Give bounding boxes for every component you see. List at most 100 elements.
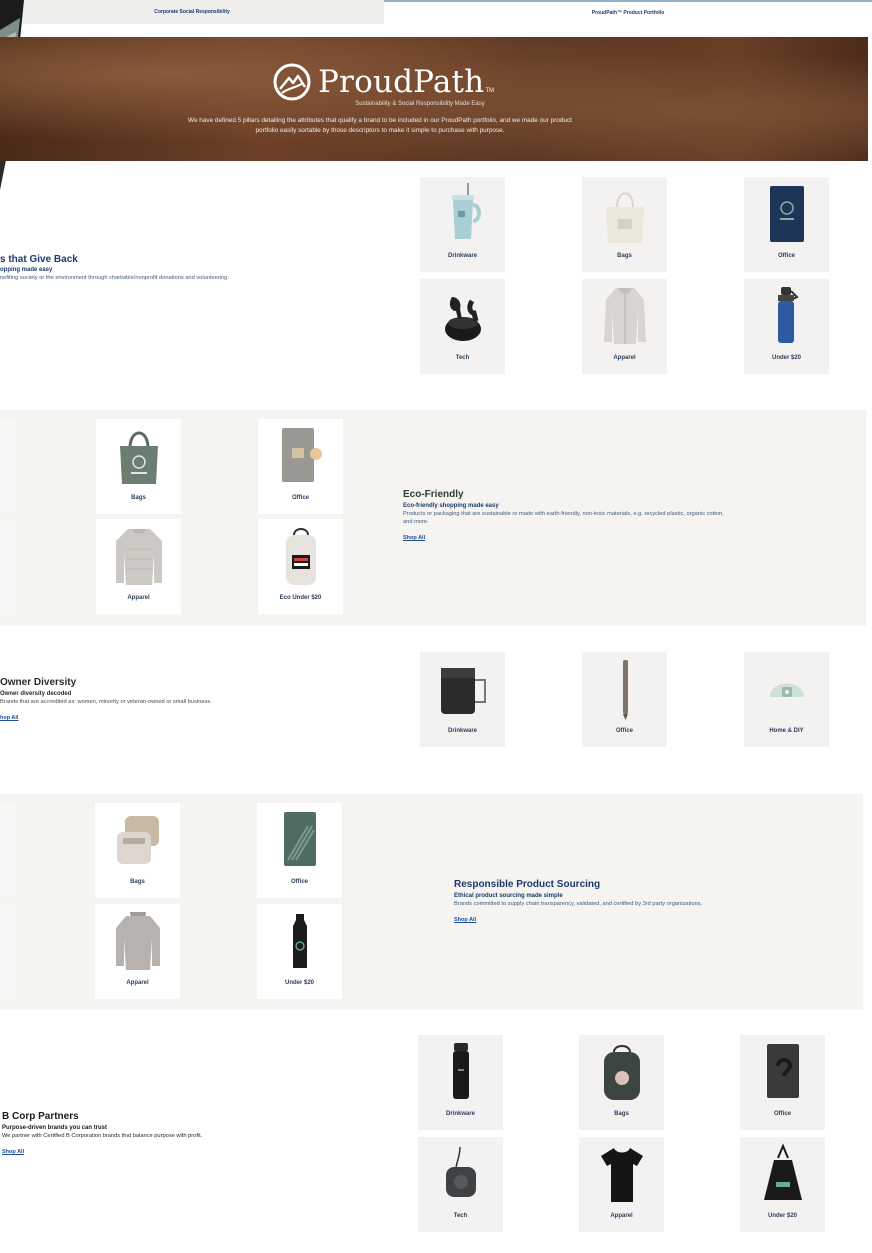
jacket-image bbox=[582, 279, 667, 351]
tile-apparel[interactable]: Apparel bbox=[579, 1137, 664, 1232]
section-subtitle: opping made easy bbox=[0, 267, 53, 273]
trademark-mark: TM bbox=[485, 88, 494, 94]
eco-friendly-section-text: Eco-Friendly Eco-friendly shopping made … bbox=[403, 489, 855, 544]
shop-all-link[interactable]: Shop All bbox=[454, 917, 476, 923]
section-title: B Corp Partners bbox=[2, 1111, 79, 1122]
tile-label: Office bbox=[777, 253, 795, 259]
tile-under-20[interactable]: Under $20 bbox=[744, 279, 829, 374]
notebook-image bbox=[258, 419, 343, 491]
tile-label: Bags bbox=[614, 1111, 629, 1117]
tile-office[interactable]: Office bbox=[740, 1035, 825, 1130]
backpack-image bbox=[258, 519, 343, 591]
packing-cubes-image bbox=[95, 803, 180, 875]
tile-under-20[interactable]: Under $20 bbox=[257, 904, 342, 999]
section-subtitle: Owner diversity decoded bbox=[0, 691, 72, 697]
tile-label: Under $20 bbox=[771, 355, 801, 361]
hero-tagline: Sustainability & Social Responsibility M… bbox=[355, 101, 485, 107]
tile-label: Drinkware bbox=[445, 1111, 475, 1117]
tile-label: Apparel bbox=[127, 595, 150, 601]
tile-label: Tech bbox=[455, 355, 470, 361]
tile-label: Home & DIY bbox=[769, 728, 804, 734]
tile-drinkware[interactable]: Drinkware bbox=[420, 652, 505, 747]
notebook-image bbox=[744, 177, 829, 249]
section-title: Owner Diversity bbox=[0, 677, 77, 688]
wireless-charger-image bbox=[418, 1137, 503, 1209]
give-back-section-text: s that Give Back opping made easy nefiti… bbox=[0, 254, 229, 282]
earbuds-image bbox=[420, 279, 505, 351]
tile-label: Office bbox=[615, 728, 633, 734]
tile-bags[interactable]: Bags bbox=[96, 419, 181, 514]
bottle-image bbox=[257, 904, 342, 976]
tile-eco-under-20[interactable]: Eco Under $20 bbox=[258, 519, 343, 614]
tile-label: Office bbox=[773, 1111, 791, 1117]
tumbler-image bbox=[420, 177, 505, 249]
tile-tech[interactable]: Tech bbox=[420, 279, 505, 374]
backpack-image bbox=[579, 1035, 664, 1107]
section-description: Products or packaging that are sustainab… bbox=[403, 510, 855, 526]
description-line: and more. bbox=[403, 519, 429, 525]
tile-label: Eco Under $20 bbox=[279, 595, 322, 601]
tile-partial[interactable] bbox=[0, 803, 18, 898]
tab-corporate-social-responsibility[interactable]: Corporate Social Responsibility bbox=[0, 0, 384, 24]
proudpath-mountain-icon bbox=[273, 63, 311, 101]
tile-label: Drinkware bbox=[447, 253, 477, 259]
tile-label: Apparel bbox=[610, 1213, 633, 1219]
tile-office[interactable]: Office bbox=[744, 177, 829, 272]
tile-label: Apparel bbox=[126, 980, 149, 986]
hero-description-line: We have defined 5 pillars detailing the … bbox=[188, 117, 572, 124]
tab-proudpath-product-portfolio[interactable]: ProudPath™ Product Portfolio bbox=[384, 0, 872, 24]
proudpath-logo[interactable]: ProudPath TM bbox=[272, 60, 494, 104]
shop-all-link[interactable]: Shop All bbox=[2, 1149, 24, 1155]
tile-label: Bags bbox=[617, 253, 632, 259]
section-description: Brands that are accredited as: women, mi… bbox=[0, 699, 212, 705]
proudpath-wordmark: ProudPath bbox=[318, 64, 485, 100]
tile-partial[interactable] bbox=[0, 419, 18, 514]
proudpath-hero-banner: ProudPath TM Sustainability & Social Res… bbox=[0, 37, 868, 161]
tile-label: Under $20 bbox=[767, 1213, 797, 1219]
hoodie-image bbox=[95, 904, 180, 976]
hero-description-line: portfolio easily sortable by those descr… bbox=[255, 126, 505, 134]
tile-under-20[interactable]: Under $20 bbox=[740, 1137, 825, 1232]
tote-bag-image bbox=[740, 1137, 825, 1209]
tile-label: Bags bbox=[131, 495, 146, 501]
hero-description: We have defined 5 pillars detailing the … bbox=[140, 116, 620, 135]
tile-office[interactable]: Office bbox=[582, 652, 667, 747]
tile-office[interactable]: Office bbox=[258, 419, 343, 514]
mug-image bbox=[420, 652, 505, 724]
tile-bags[interactable]: Bags bbox=[582, 177, 667, 272]
section-subtitle: Purpose-driven brands you can trust bbox=[2, 1125, 108, 1131]
tile-drinkware[interactable]: Drinkware bbox=[418, 1035, 503, 1130]
tshirt-image bbox=[579, 1137, 664, 1209]
shop-all-link[interactable]: Shop All bbox=[403, 535, 425, 541]
section-description: nefiting society or the environment thro… bbox=[0, 275, 229, 281]
tile-label: Office bbox=[290, 879, 308, 885]
tile-office[interactable]: Office bbox=[257, 803, 342, 898]
section-title: s that Give Back bbox=[0, 254, 78, 265]
tile-label: Tech bbox=[453, 1213, 468, 1219]
shop-all-link[interactable]: hop All bbox=[0, 715, 18, 721]
tile-drinkware[interactable]: Drinkware bbox=[420, 177, 505, 272]
tile-label: Under $20 bbox=[284, 980, 314, 986]
tile-label: Office bbox=[291, 495, 309, 501]
tile-home-diy[interactable]: Home & DIY bbox=[744, 652, 829, 747]
tile-bags[interactable]: Bags bbox=[95, 803, 180, 898]
section-subtitle: Ethical product sourcing made simple bbox=[454, 893, 563, 899]
tile-label: Drinkware bbox=[447, 728, 477, 734]
section-description: We partner with Certified B Corporation … bbox=[2, 1133, 203, 1139]
light-image bbox=[744, 652, 829, 724]
tile-apparel[interactable]: Apparel bbox=[95, 904, 180, 999]
tile-partial[interactable] bbox=[0, 519, 18, 614]
tile-tech[interactable]: Tech bbox=[418, 1137, 503, 1232]
description-line: Products or packaging that are sustainab… bbox=[403, 511, 724, 517]
bcorp-section-text: B Corp Partners Purpose-driven brands yo… bbox=[2, 1111, 202, 1158]
sweater-image bbox=[96, 519, 181, 591]
tile-apparel[interactable]: Apparel bbox=[96, 519, 181, 614]
tile-partial[interactable] bbox=[0, 904, 18, 999]
tile-apparel[interactable]: Apparel bbox=[582, 279, 667, 374]
tile-label: Apparel bbox=[613, 355, 636, 361]
notebook-image bbox=[740, 1035, 825, 1107]
journal-image bbox=[257, 803, 342, 875]
water-bottle-image bbox=[744, 279, 829, 351]
section-title: Responsible Product Sourcing bbox=[454, 879, 601, 890]
tile-bags[interactable]: Bags bbox=[579, 1035, 664, 1130]
